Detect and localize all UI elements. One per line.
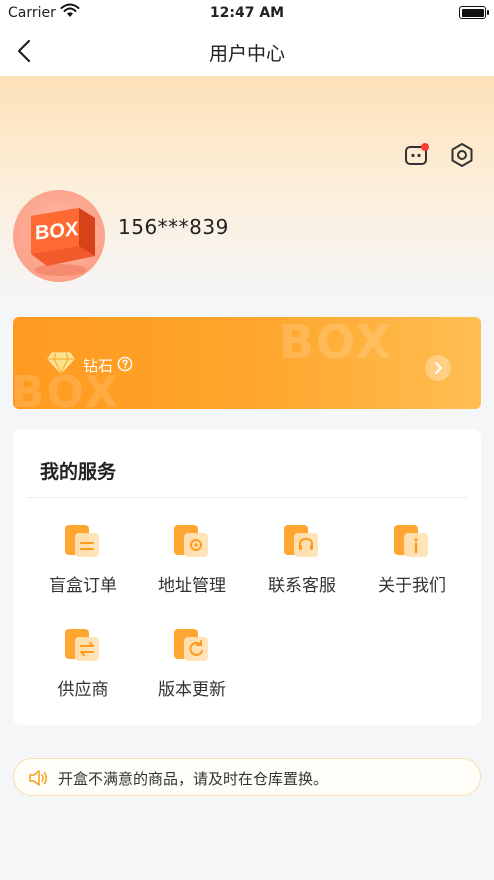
service-label: 供应商 bbox=[57, 680, 109, 700]
chevron-right-icon bbox=[435, 362, 442, 374]
supplier-icon bbox=[65, 629, 99, 661]
service-label: 地址管理 bbox=[158, 576, 226, 596]
box-watermark: BOX bbox=[279, 317, 393, 369]
section-title: 我的服务 bbox=[40, 461, 117, 483]
box-logo-icon: BOX bbox=[31, 208, 95, 276]
status-bar: Carrier 12:47 AM bbox=[0, 0, 494, 26]
service-supplier[interactable]: 供应商 bbox=[28, 625, 138, 711]
page-title: 用户中心 bbox=[208, 43, 285, 65]
service-customer-support[interactable]: 联系客服 bbox=[247, 521, 357, 607]
hexagon-settings-icon[interactable] bbox=[449, 142, 475, 168]
address-icon bbox=[174, 525, 208, 557]
vip-card[interactable]: BOX BOX 钻石 bbox=[13, 317, 481, 409]
diamond-icon bbox=[47, 352, 75, 375]
service-about-us[interactable]: 关于我们 bbox=[357, 521, 467, 607]
help-icon[interactable] bbox=[117, 356, 133, 372]
service-version-update[interactable]: 版本更新 bbox=[137, 625, 247, 711]
headset-icon bbox=[284, 525, 318, 557]
service-label: 版本更新 bbox=[158, 680, 226, 700]
battery-icon bbox=[459, 6, 489, 19]
message-robot-icon[interactable] bbox=[404, 142, 430, 168]
service-label: 盲盒订单 bbox=[49, 576, 117, 596]
nav-bar: 用户中心 bbox=[0, 26, 494, 76]
status-time: 12:47 AM bbox=[209, 5, 285, 21]
svg-text:BOX: BOX bbox=[35, 218, 79, 245]
order-icon bbox=[65, 525, 99, 557]
speaker-icon bbox=[29, 770, 48, 786]
vip-arrow-button[interactable] bbox=[425, 355, 451, 381]
divider bbox=[27, 497, 467, 498]
user-phone: 156***839 bbox=[118, 215, 229, 239]
notification-dot bbox=[421, 143, 429, 151]
service-blind-box-orders[interactable]: 盲盒订单 bbox=[28, 521, 138, 607]
services-panel: 我的服务 盲盒订单 地址管理 联系客服 关于我们 供应商 版本更新 bbox=[13, 429, 481, 725]
service-address[interactable]: 地址管理 bbox=[137, 521, 247, 607]
service-label: 联系客服 bbox=[268, 576, 336, 596]
info-icon bbox=[394, 525, 428, 557]
notice-bar: 开盒不满意的商品，请及时在仓库置换。 bbox=[13, 758, 481, 796]
service-label: 关于我们 bbox=[378, 576, 446, 596]
vip-level-label: 钻石 bbox=[83, 357, 114, 375]
avatar[interactable]: BOX bbox=[13, 190, 105, 282]
notice-text: 开盒不满意的商品，请及时在仓库置换。 bbox=[58, 770, 329, 788]
refresh-icon bbox=[174, 629, 208, 661]
